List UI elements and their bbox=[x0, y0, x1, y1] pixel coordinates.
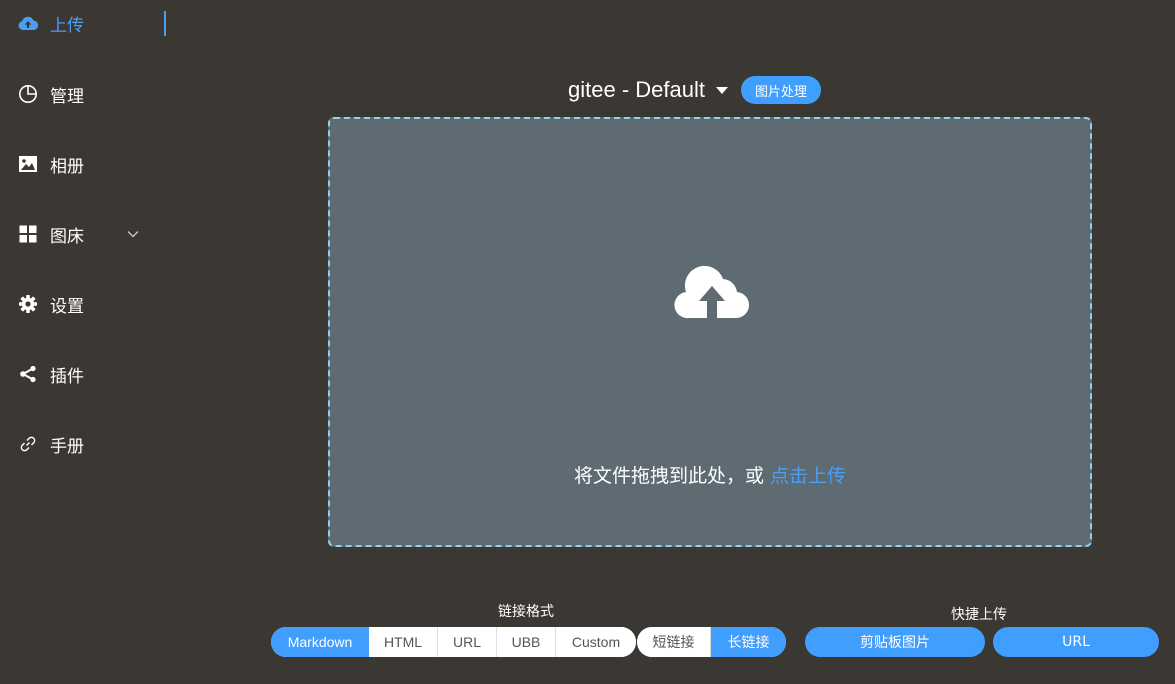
share-icon bbox=[18, 364, 38, 384]
chevron-down-icon[interactable] bbox=[126, 227, 140, 241]
sidebar-item-label: 相册 bbox=[50, 156, 84, 177]
short-link-button[interactable]: 短链接 bbox=[637, 627, 711, 657]
url-upload-button[interactable]: URL bbox=[993, 627, 1159, 657]
sidebar-item-plugins[interactable]: 插件 bbox=[18, 362, 84, 387]
sidebar-item-label: 图床 bbox=[50, 226, 84, 247]
link-icon bbox=[18, 434, 38, 454]
dropzone-instruction: 将文件拖拽到此处，或 bbox=[573, 465, 771, 487]
sidebar-item-manage[interactable]: 管理 bbox=[18, 82, 84, 107]
picbed-header: gitee - Default 图片处理 bbox=[568, 74, 821, 106]
dropzone-text: 将文件拖拽到此处，或 点击上传 bbox=[330, 461, 1090, 488]
format-ubb-button[interactable]: UBB bbox=[497, 627, 556, 657]
cloud-upload-icon bbox=[674, 265, 750, 319]
click-upload-link[interactable]: 点击上传 bbox=[770, 465, 846, 487]
sidebar-item-label: 上传 bbox=[50, 15, 84, 36]
link-format-group: Markdown HTML URL UBB Custom bbox=[271, 627, 636, 657]
sidebar-item-label: 插件 bbox=[50, 366, 84, 387]
clipboard-image-button[interactable]: 剪贴板图片 bbox=[805, 627, 985, 657]
sidebar-item-label: 管理 bbox=[50, 86, 84, 107]
sidebar-divider bbox=[164, 11, 166, 36]
picbed-title[interactable]: gitee - Default bbox=[568, 77, 705, 103]
format-html-button[interactable]: HTML bbox=[369, 627, 438, 657]
cloud-upload-icon bbox=[18, 13, 38, 33]
sidebar-item-settings[interactable]: 设置 bbox=[18, 292, 84, 317]
sidebar-item-manual[interactable]: 手册 bbox=[18, 432, 84, 457]
pie-chart-icon bbox=[18, 84, 38, 104]
sidebar-item-album[interactable]: 相册 bbox=[18, 152, 84, 177]
link-length-group: 短链接 长链接 bbox=[637, 627, 786, 657]
sidebar-item-upload[interactable]: 上传 bbox=[18, 11, 84, 36]
sidebar-item-picbed[interactable]: 图床 bbox=[18, 222, 84, 247]
format-custom-button[interactable]: Custom bbox=[556, 627, 636, 657]
gear-icon bbox=[18, 294, 38, 314]
caret-down-icon[interactable] bbox=[715, 85, 729, 95]
sidebar-item-label: 设置 bbox=[50, 296, 84, 317]
format-markdown-button[interactable]: Markdown bbox=[271, 627, 369, 657]
long-link-button[interactable]: 长链接 bbox=[711, 627, 786, 657]
quick-upload-label: 快捷上传 bbox=[951, 607, 1007, 623]
sidebar: 上传 管理 相册 图床 设置 插件 手册 bbox=[0, 0, 166, 684]
picture-icon bbox=[18, 154, 38, 174]
upload-dropzone[interactable]: 将文件拖拽到此处，或 点击上传 bbox=[328, 117, 1092, 547]
grid-icon bbox=[18, 224, 38, 244]
sidebar-item-label: 手册 bbox=[50, 436, 84, 457]
link-format-label: 链接格式 bbox=[498, 604, 554, 620]
format-url-button[interactable]: URL bbox=[438, 627, 497, 657]
image-process-button[interactable]: 图片处理 bbox=[740, 76, 821, 104]
